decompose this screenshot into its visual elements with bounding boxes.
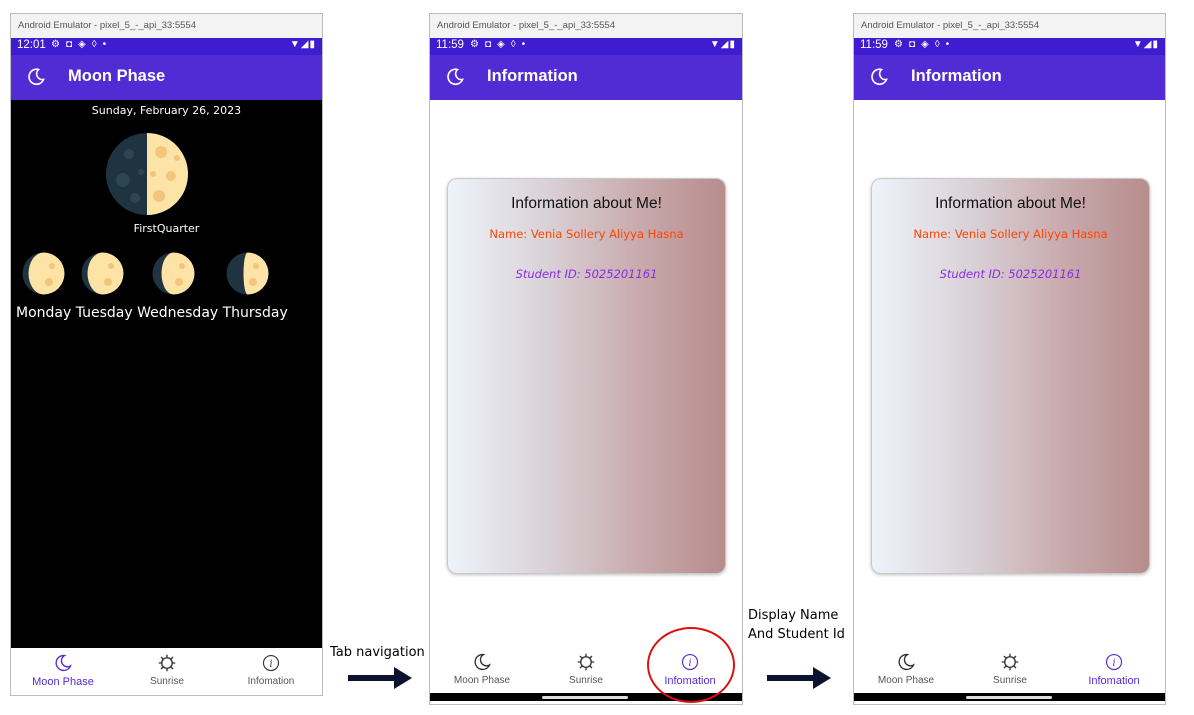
tab-label: Infomation	[247, 676, 295, 687]
phase-label: FirstQuarter	[133, 222, 200, 235]
status-time: 11:59	[436, 39, 464, 51]
tab-information[interactable]: i Infomation	[1062, 647, 1165, 693]
tab-moon-phase[interactable]: Moon Phase	[430, 647, 534, 693]
app-bar: Information	[430, 55, 742, 100]
notification-icons: ⚙◘◈◊•	[470, 39, 532, 50]
home-indicator[interactable]	[966, 696, 1052, 699]
info-icon: i	[1105, 653, 1123, 671]
app-bar: Information	[854, 55, 1165, 100]
app-bar-title: Moon Phase	[68, 67, 166, 85]
emulator-window-information: Android Emulator - pixel_5_-_api_33:5554…	[429, 13, 743, 705]
moon-icon[interactable]	[445, 67, 465, 87]
moon-icon[interactable]	[869, 67, 889, 87]
tab-navigation-annotation: Tab navigation	[330, 645, 425, 660]
bottom-tab-bar: Moon Phase Sunrise i Infomation	[854, 647, 1165, 693]
sun-gear-icon	[577, 653, 595, 671]
app-bar-title: Information	[911, 67, 1002, 85]
svg-text:i: i	[269, 659, 272, 670]
student-id: Student ID: 5025201161	[515, 267, 658, 281]
sun-gear-icon	[158, 654, 176, 672]
tab-label: Sunrise	[993, 675, 1027, 686]
information-card: Information about Me! Name: Venia Soller…	[871, 178, 1150, 574]
wifi-signal-battery-icon: ▼◢▮	[709, 39, 736, 50]
window-title: Android Emulator - pixel_5_-_api_33:5554	[430, 14, 742, 38]
forecast-day-labels: Monday Tuesday Wednesday Thursday	[16, 305, 288, 321]
sun-gear-icon	[1001, 653, 1019, 671]
display-annotation-line-2: And Student Id	[748, 627, 845, 642]
moon-icon	[474, 653, 491, 671]
home-indicator[interactable]	[542, 696, 628, 699]
student-name: Name: Venia Sollery Aliyya Hasna	[489, 227, 684, 241]
info-icon: i	[262, 654, 280, 672]
wifi-signal-battery-icon: ▼◢▮	[289, 39, 316, 50]
emulator-window-moon-phase: Android Emulator - pixel_5_-_api_33:5554…	[10, 13, 323, 696]
tab-label: Moon Phase	[453, 675, 511, 686]
tab-label: Moon Phase	[32, 676, 94, 688]
app-bar-title: Information	[487, 67, 578, 85]
display-annotation-line-1: Display Name	[748, 608, 839, 623]
forecast-moon-icon-monday	[22, 252, 65, 295]
tab-label: Sunrise	[150, 676, 184, 687]
gesture-bar	[854, 693, 1165, 701]
tab-moon-phase[interactable]: Moon Phase	[854, 647, 958, 693]
notification-icons: ⚙◘◈◊•	[894, 39, 956, 50]
card-heading: Information about Me!	[511, 195, 662, 212]
status-bar: 12:01 ⚙◘◈◊• ▼◢▮	[11, 38, 322, 55]
information-tab-highlight-circle	[647, 627, 735, 703]
information-card: Information about Me! Name: Venia Soller…	[447, 178, 726, 574]
tab-label: Moon Phase	[877, 675, 935, 686]
status-bar: 11:59 ⚙◘◈◊• ▼◢▮	[854, 38, 1165, 55]
status-time: 11:59	[860, 39, 888, 51]
status-bar: 11:59 ⚙◘◈◊• ▼◢▮	[430, 38, 742, 55]
moon-icon[interactable]	[26, 67, 46, 87]
forecast-moon-icon-tuesday	[81, 252, 124, 295]
tab-information[interactable]: i Infomation	[219, 648, 322, 694]
arrow-right-icon	[348, 667, 412, 689]
tab-label: Sunrise	[569, 675, 603, 686]
moon-icon	[898, 653, 915, 671]
svg-text:i: i	[1112, 658, 1115, 669]
tab-sunrise[interactable]: Sunrise	[534, 647, 638, 693]
arrow-right-icon	[767, 667, 831, 689]
display-annotation: Display Name And Student Id	[748, 606, 845, 644]
student-id: Student ID: 5025201161	[939, 267, 1082, 281]
forecast-moon-icon-wednesday	[152, 252, 195, 295]
moon-icon	[55, 654, 72, 672]
bottom-tab-bar: Moon Phase Sunrise i Infomation	[11, 648, 322, 694]
app-bar: Moon Phase	[11, 55, 322, 100]
emulator-window-information-2: Android Emulator - pixel_5_-_api_33:5554…	[853, 13, 1166, 705]
wifi-signal-battery-icon: ▼◢▮	[1132, 39, 1159, 50]
card-heading: Information about Me!	[935, 195, 1086, 212]
tab-sunrise[interactable]: Sunrise	[958, 647, 1062, 693]
first-quarter-moon-image	[106, 133, 188, 215]
tab-moon-phase[interactable]: Moon Phase	[11, 648, 115, 694]
tab-sunrise[interactable]: Sunrise	[115, 648, 219, 694]
status-time: 12:01	[17, 39, 46, 51]
moon-phase-content: Sunday, February 26, 2023 FirstQuarter M…	[11, 100, 322, 648]
window-title: Android Emulator - pixel_5_-_api_33:5554	[11, 14, 322, 38]
current-date: Sunday, February 26, 2023	[91, 104, 242, 117]
tab-label: Infomation	[1088, 675, 1140, 687]
window-title: Android Emulator - pixel_5_-_api_33:5554	[854, 14, 1165, 38]
student-name: Name: Venia Sollery Aliyya Hasna	[913, 227, 1108, 241]
forecast-moon-icon-thursday	[226, 252, 269, 295]
notification-icons: ⚙◘◈◊•	[51, 39, 113, 50]
